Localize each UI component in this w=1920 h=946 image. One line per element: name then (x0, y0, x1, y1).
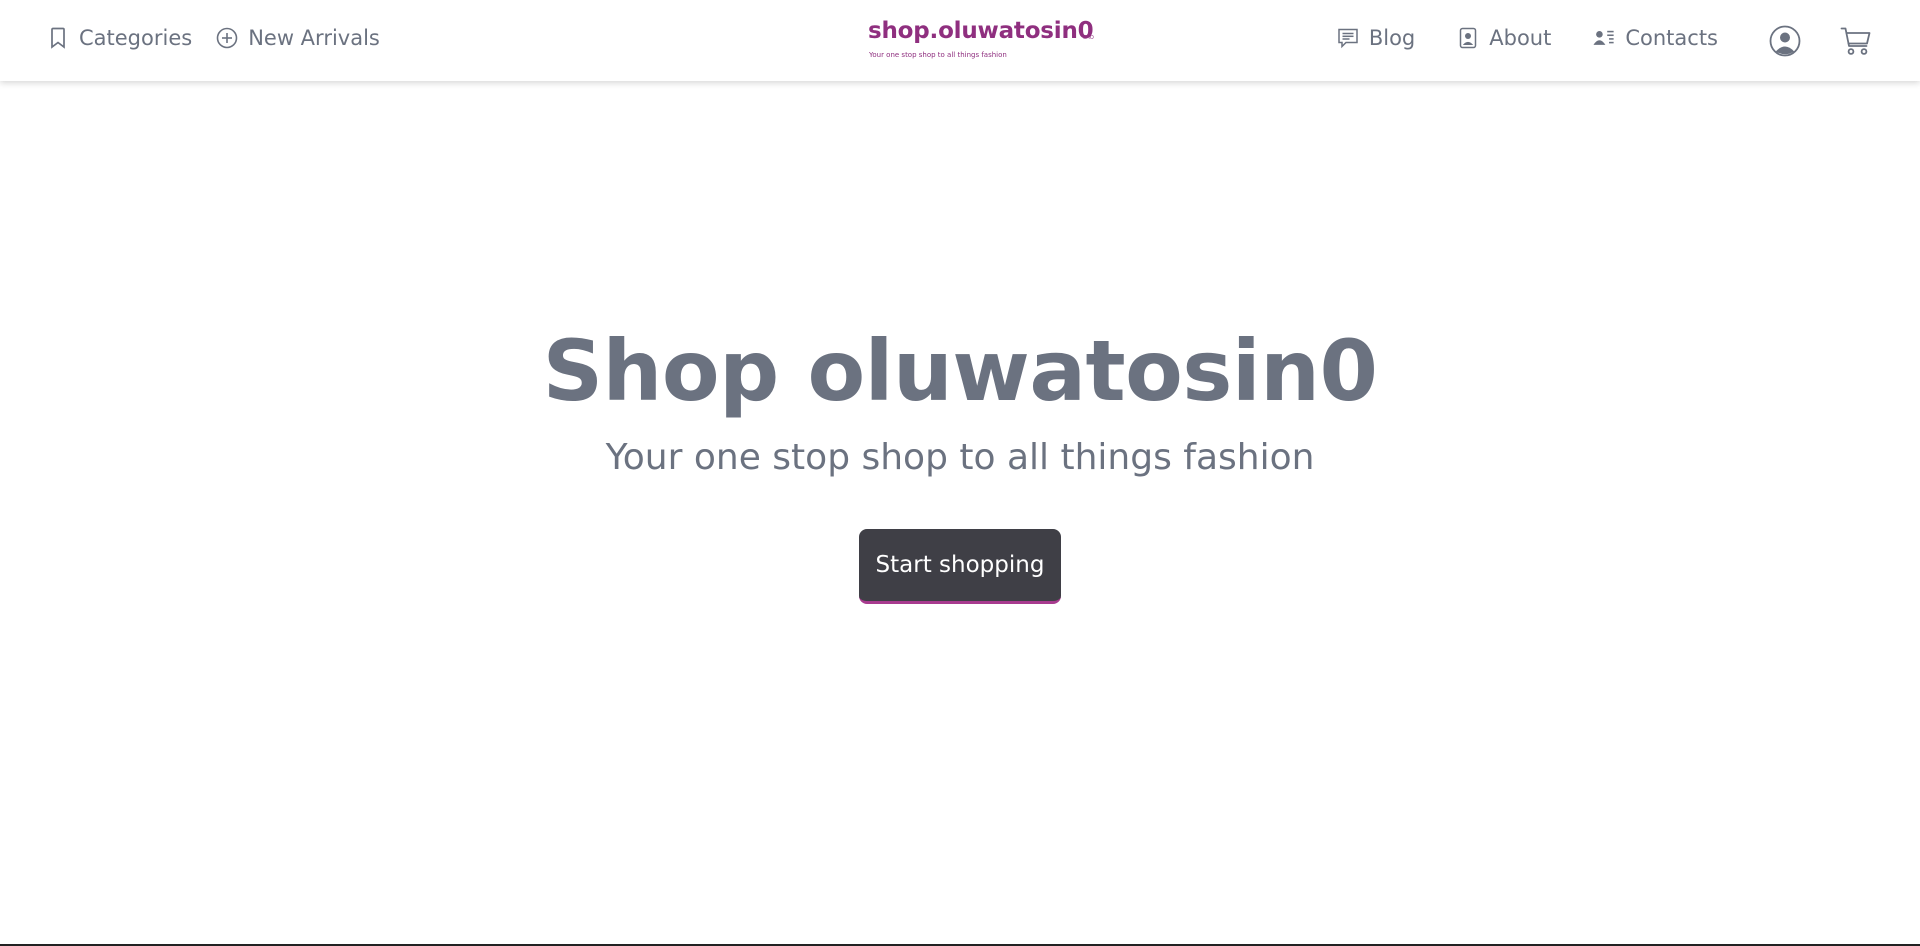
person-lines-icon (1593, 27, 1615, 49)
bookmark-icon (47, 27, 69, 49)
nav-new-arrivals-link[interactable]: New Arrivals (216, 26, 380, 50)
nav-about-link[interactable]: About (1457, 26, 1551, 50)
hero-section: Shop oluwatosin0 Your one stop shop to a… (0, 81, 1920, 944)
person-circle-icon (1769, 25, 1801, 61)
brand-subtitle: Your one stop shop to all things fashion (869, 51, 1007, 59)
nav-contacts-link[interactable]: Contacts (1593, 26, 1718, 50)
nav-left-group: Categories New Arrivals (47, 22, 380, 54)
nav-blog-link[interactable]: Blog (1337, 26, 1415, 50)
brand-tag: SHO (1083, 35, 1094, 41)
hero-title: Shop oluwatosin0 (542, 322, 1378, 420)
nav-categories-link[interactable]: Categories (47, 26, 192, 50)
hero-subtitle: Your one stop shop to all things fashion (605, 437, 1315, 478)
nav-blog-label: Blog (1368, 26, 1416, 50)
person-badge-icon (1457, 27, 1479, 49)
nav-right-group: Blog About Contacts (1337, 22, 1718, 54)
account-button[interactable] (1768, 25, 1802, 61)
nav-categories-label: Categories (79, 26, 193, 50)
top-navbar: Categories New Arrivals shop.oluwatosin0… (0, 0, 1920, 81)
start-shopping-button[interactable]: Start shopping (859, 529, 1061, 604)
plus-circle-icon (216, 27, 238, 49)
nav-new-arrivals-label: New Arrivals (248, 26, 380, 50)
cart-icon (1840, 25, 1872, 61)
brand-logo[interactable]: shop.oluwatosin0 SHO Your one stop shop … (868, 18, 1096, 64)
nav-about-label: About (1489, 26, 1552, 50)
brand-title: shop.oluwatosin0 (868, 18, 1094, 44)
chat-square-text-icon (1337, 27, 1359, 49)
cart-button[interactable] (1839, 26, 1873, 60)
nav-contacts-label: Contacts (1625, 26, 1718, 50)
